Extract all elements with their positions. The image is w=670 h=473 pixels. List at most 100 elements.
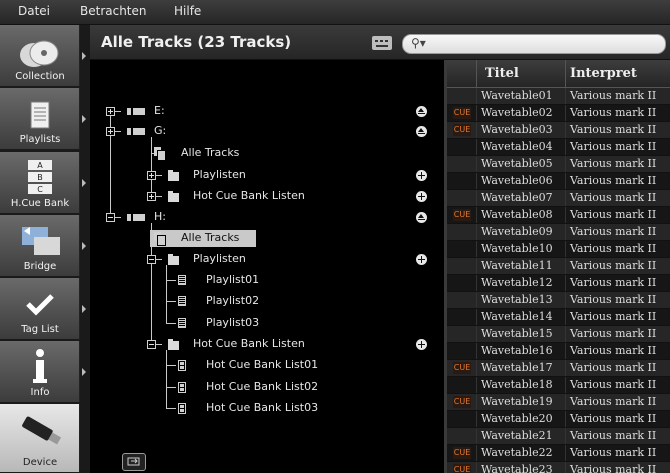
sidebar-info-label: Info [30,387,50,398]
eject-icon[interactable] [416,106,427,117]
tree-connector [156,344,162,345]
sidebar-playlists-button[interactable]: Playlists [0,88,80,150]
sidebar-playlists-label: Playlists [19,134,61,145]
search-input[interactable] [433,36,657,52]
column-separator [565,122,566,138]
track-title: Wavetable12 [481,276,553,289]
column-separator [565,445,566,461]
tree-item-hot-cue-bank-list03[interactable]: Hot Cue Bank List03 [206,401,318,414]
table-row[interactable]: CUE Wavetable08 Various mark II [447,207,670,223]
search-box[interactable]: ⚲▾ [402,34,666,54]
table-row[interactable]: Wavetable16 Various mark II [447,343,670,359]
menu-hilfe[interactable]: Hilfe [174,0,201,24]
add-icon[interactable] [416,170,427,181]
table-row[interactable]: Wavetable15 Various mark II [447,326,670,342]
eject-icon[interactable] [416,126,427,137]
tree-item-g[interactable]: G: [154,124,166,137]
tree-item-alle-tracks[interactable]: Alle Tracks [181,146,239,159]
column-separator [565,156,566,172]
table-row[interactable]: Wavetable05 Various mark II [447,156,670,172]
expand-arrow-icon[interactable] [82,179,86,187]
tree-item-playlist03[interactable]: Playlist03 [206,316,259,329]
collapse-icon[interactable] [147,255,156,264]
table-row[interactable]: Wavetable20 Various mark II [447,411,670,427]
track-title: Wavetable19 [481,395,553,408]
add-icon[interactable] [416,191,427,202]
table-row[interactable]: CUE Wavetable17 Various mark II [447,360,670,376]
tree-item-hot-cue-bank-listen[interactable]: Hot Cue Bank Listen [193,337,305,350]
sidebar-device-button[interactable]: Device [0,404,80,473]
tree-item-hot-cue-bank-list02[interactable]: Hot Cue Bank List02 [206,380,318,393]
table-row[interactable]: Wavetable14 Various mark II [447,309,670,325]
expand-arrow-icon[interactable] [82,368,86,376]
usb-sync-button[interactable] [122,453,146,471]
expand-arrow-icon[interactable] [82,115,86,123]
tree-item-playlist02[interactable]: Playlist02 [206,294,259,307]
tree-item-playlisten[interactable]: Playlisten [193,168,246,181]
table-row[interactable]: Wavetable10 Various mark II [447,241,670,257]
track-artist: Various mark II [570,157,657,170]
search-icon: ⚲▾ [411,36,426,50]
sidebar-h-cue-bank-label: H.Cue Bank [10,198,70,209]
column-header-interpret[interactable]: Interpret [570,66,637,81]
sidebar-info-button[interactable]: Info [0,341,80,403]
eject-icon[interactable] [416,212,427,223]
table-row[interactable]: CUE Wavetable03 Various mark II [447,122,670,138]
table-row[interactable]: Wavetable09 Various mark II [447,224,670,240]
table-row[interactable]: CUE Wavetable02 Various mark II [447,105,670,121]
table-row[interactable]: Wavetable04 Various mark II [447,139,670,155]
table-row[interactable]: Wavetable21 Various mark II [447,428,670,444]
table-row[interactable]: Wavetable06 Various mark II [447,173,670,189]
add-icon[interactable] [416,254,427,265]
expand-icon[interactable] [147,192,156,201]
table-row[interactable]: Wavetable01 Various mark II [447,88,670,104]
table-row[interactable]: Wavetable12 Various mark II [447,275,670,291]
tree-item-alle-tracks[interactable]: Alle Tracks [181,231,239,244]
column-separator [565,411,566,427]
tree-item-hot-cue-bank-listen[interactable]: Hot Cue Bank Listen [193,189,305,202]
tree-item-playlist01[interactable]: Playlist01 [206,273,259,286]
tree-item-h[interactable]: H: [154,210,166,223]
sidebar-tag-list-button[interactable]: Tag List [0,278,80,340]
track-title: Wavetable04 [481,140,553,153]
expand-arrow-icon[interactable] [82,242,86,250]
expand-icon[interactable] [147,171,156,180]
tree-item-hot-cue-bank-list01[interactable]: Hot Cue Bank List01 [206,358,318,371]
collapse-icon[interactable] [147,340,156,349]
sidebar-bridge-button[interactable]: Bridge [0,215,80,277]
keyboard-button[interactable] [372,36,392,50]
page-title: Alle Tracks (23 Tracks) [101,33,292,51]
column-separator [476,156,477,172]
header-bar: Alle Tracks (23 Tracks) ⚲▾ [90,25,670,60]
table-row[interactable]: Wavetable18 Various mark II [447,377,670,393]
sidebar-h-cue-bank-button[interactable]: A B C H.Cue Bank [0,152,80,214]
table-row[interactable]: Wavetable07 Various mark II [447,190,670,206]
menu-betrachten[interactable]: Betrachten [80,0,147,24]
table-row[interactable]: CUE Wavetable19 Various mark II [447,394,670,410]
all-tracks-icon [154,232,166,246]
expand-arrow-icon[interactable] [82,52,86,60]
sidebar-collection-button[interactable]: Collection [0,25,80,87]
column-separator [476,462,477,473]
table-row[interactable]: Wavetable11 Various mark II [447,258,670,274]
menu-datei[interactable]: Datei [18,0,50,24]
tree-item-e[interactable]: E: [154,104,165,117]
track-artist: Various mark II [570,208,657,221]
track-artist: Various mark II [570,344,657,357]
column-separator [476,173,477,189]
add-icon[interactable] [416,339,427,350]
hot-cue-bank-list-icon [178,382,186,393]
usb-sync-icon [127,457,140,466]
expand-icon[interactable] [106,127,115,136]
expand-icon[interactable] [106,107,115,116]
track-title: Wavetable15 [481,327,553,340]
tree-item-playlisten[interactable]: Playlisten [193,252,246,265]
column-header-titel[interactable]: Titel [485,66,519,81]
expand-arrow-icon[interactable] [82,305,86,313]
table-row[interactable]: CUE Wavetable23 Various mark II [447,462,670,473]
track-title: Wavetable06 [481,174,553,187]
table-row[interactable]: Wavetable13 Various mark II [447,292,670,308]
tree-connector [166,387,176,388]
table-row[interactable]: CUE Wavetable22 Various mark II [447,445,670,461]
collapse-icon[interactable] [106,213,115,222]
